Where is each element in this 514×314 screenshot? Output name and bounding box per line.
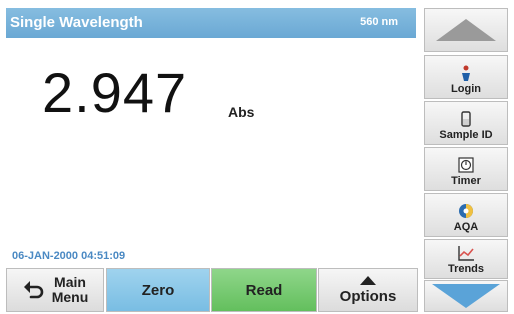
date-label: 06-JAN-2000 [12, 250, 79, 262]
sidebar-item-label: Timer [451, 175, 481, 187]
zero-label: Zero [141, 281, 175, 299]
scroll-up-button[interactable] [424, 8, 508, 52]
bottom-toolbar: Main Menu Zero Read Options [6, 268, 418, 314]
title-bar: Single Wavelength 560 nm [6, 8, 416, 38]
sidebar-item-login[interactable]: Login [424, 55, 508, 99]
main-menu-label-line2: Menu [51, 289, 89, 305]
main-menu-label-line1: Main [54, 274, 86, 290]
reading-value: 2.947 [42, 61, 188, 124]
read-label: Read [245, 281, 283, 299]
login-icon [460, 65, 472, 81]
aqa-icon [458, 203, 474, 219]
triangle-up-icon [360, 275, 376, 285]
date-time: 06-JAN-2000 04:51:09 [12, 250, 125, 262]
time-label: 04:51:09 [81, 250, 126, 262]
sidebar-item-label: Login [451, 83, 481, 95]
main-menu-button[interactable]: Main Menu [6, 268, 104, 312]
arrow-up-icon [436, 19, 496, 41]
wavelength-label: 560 nm [360, 16, 398, 28]
sidebar-item-sample-id[interactable]: Sample ID [424, 101, 508, 145]
sidebar-item-timer[interactable]: Timer [424, 147, 508, 191]
options-label: Options [339, 287, 397, 305]
sidebar-item-label: Sample ID [439, 129, 493, 141]
sidebar: Login Sample ID Timer AQA Trends [424, 8, 508, 312]
back-arrow-icon [23, 281, 43, 299]
arrow-down-icon [432, 284, 500, 308]
main-menu-label: Main Menu [52, 275, 89, 305]
zero-button[interactable]: Zero [106, 268, 210, 312]
timer-icon [458, 157, 474, 173]
measurement-panel: Single Wavelength 560 nm 2.947 Abs 06-JA… [6, 8, 418, 264]
read-button[interactable]: Read [211, 268, 317, 312]
trends-icon [457, 245, 475, 261]
sidebar-item-label: Trends [447, 263, 485, 275]
reading-unit: Abs [228, 104, 255, 120]
sidebar-item-label: AQA [453, 221, 479, 233]
sidebar-item-trends[interactable]: Trends [424, 239, 508, 279]
options-button[interactable]: Options [318, 268, 418, 312]
sidebar-item-aqa[interactable]: AQA [424, 193, 508, 237]
sample-id-icon [460, 111, 472, 127]
scroll-down-button[interactable] [424, 280, 508, 312]
program-title: Single Wavelength [10, 14, 143, 31]
